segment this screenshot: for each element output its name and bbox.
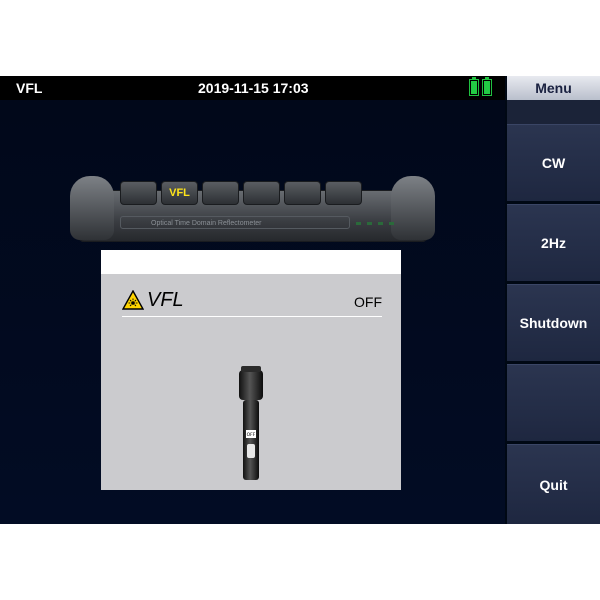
flashlight-switch-label: OFF bbox=[247, 432, 256, 438]
vfl-panel-top bbox=[101, 250, 401, 274]
menu-title: Menu bbox=[507, 76, 600, 100]
cw-button[interactable]: CW bbox=[507, 124, 600, 201]
empty-menu-button[interactable] bbox=[507, 364, 600, 441]
menu-spacer bbox=[507, 100, 600, 124]
device-left-grip bbox=[70, 176, 114, 240]
datetime: 2019-11-15 17:03 bbox=[198, 80, 309, 96]
otdr-device-illustration: VFL Optical Time Domain Reflectometer bbox=[70, 176, 435, 248]
device-key bbox=[284, 181, 321, 205]
led-indicator bbox=[378, 222, 383, 225]
device-key bbox=[243, 181, 280, 205]
device-leds bbox=[356, 222, 394, 225]
device-key bbox=[120, 181, 157, 205]
flashlight-icon: OFF bbox=[239, 366, 263, 480]
led-indicator bbox=[367, 222, 372, 225]
vfl-state: OFF bbox=[354, 294, 382, 310]
battery-full-icon bbox=[482, 77, 492, 96]
vfl-title: VFL bbox=[147, 289, 184, 311]
device-right-grip bbox=[391, 176, 435, 240]
header-divider bbox=[122, 316, 382, 317]
device-key bbox=[325, 181, 362, 205]
battery-full-icon bbox=[469, 77, 479, 96]
device-model-label: Optical Time Domain Reflectometer bbox=[120, 216, 350, 229]
device-key bbox=[202, 181, 239, 205]
device-key-vfl: VFL bbox=[161, 181, 198, 205]
led-indicator bbox=[389, 222, 394, 225]
status-bar: VFL 2019-11-15 17:03 bbox=[0, 76, 505, 100]
2hz-button[interactable]: 2Hz bbox=[507, 204, 600, 281]
mode-title: VFL bbox=[16, 80, 43, 96]
shutdown-button[interactable]: Shutdown bbox=[507, 284, 600, 361]
device-keys: VFL bbox=[120, 181, 362, 205]
quit-button[interactable]: Quit bbox=[507, 444, 600, 524]
vfl-panel-header: VFL OFF bbox=[122, 289, 382, 317]
led-indicator bbox=[356, 222, 361, 225]
side-menu: Menu CW 2Hz Shutdown Quit bbox=[505, 76, 600, 524]
battery-indicator bbox=[469, 77, 492, 96]
laser-warning-icon bbox=[122, 290, 144, 310]
